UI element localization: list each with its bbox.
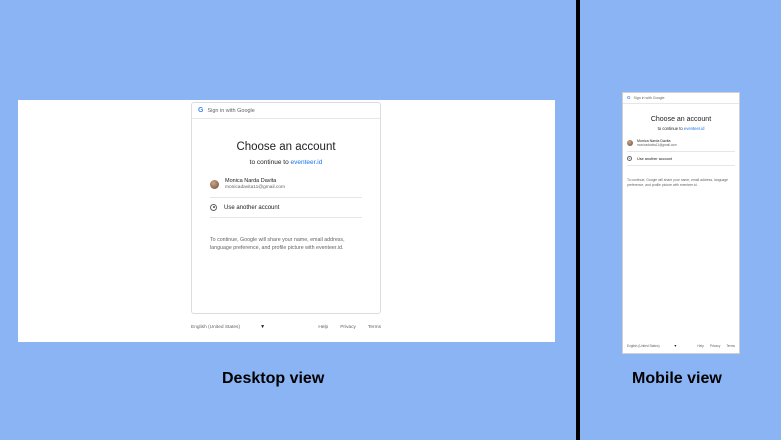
- account-item[interactable]: Monica Narda Davita monicadavita11@gmail…: [627, 139, 735, 152]
- terms-link[interactable]: Terms: [726, 344, 735, 348]
- terms-link[interactable]: Terms: [368, 325, 381, 330]
- desktop-view-panel: G Sign in with Google Choose an account …: [18, 100, 555, 342]
- account-email: monicadavita11@gmail.com: [637, 143, 677, 147]
- privacy-link[interactable]: Privacy: [340, 325, 356, 330]
- use-another-account-button[interactable]: Use another account: [627, 152, 735, 166]
- page-title: Choose an account: [650, 116, 712, 123]
- avatar: [627, 140, 633, 146]
- page-title: Choose an account: [236, 141, 336, 153]
- desktop-caption: Desktop view: [222, 370, 325, 387]
- google-g-icon: G: [198, 107, 204, 114]
- disclaimer-text: To continue, Google will share your name…: [627, 178, 729, 188]
- signin-header: G Sign in with Google: [192, 103, 380, 119]
- caret-down-icon[interactable]: ▼: [674, 344, 677, 348]
- language-select[interactable]: English (United States) ▼: [191, 324, 265, 330]
- account-circle-icon: [627, 156, 632, 161]
- account-name: Monica Narda Davita: [225, 178, 277, 184]
- google-g-icon: G: [627, 94, 631, 100]
- subtitle-prefix: to continue to: [657, 126, 684, 131]
- subtitle: to continue to eventeer.id: [192, 159, 380, 166]
- subtitle-prefix: to continue to: [249, 159, 291, 166]
- view-divider: [576, 0, 580, 440]
- footer: English (United States) ▼ Help Privacy T…: [627, 344, 735, 348]
- subtitle: to continue to eventeer.id: [623, 126, 739, 131]
- footer: English (United States) ▼ Help Privacy T…: [191, 324, 381, 330]
- signin-card: G Sign in with Google Choose an account …: [191, 102, 381, 314]
- privacy-link[interactable]: Privacy: [710, 344, 720, 348]
- language-label: English (United States): [191, 324, 241, 330]
- account-circle-icon: [210, 204, 217, 211]
- language-label[interactable]: English (United States): [627, 344, 660, 348]
- use-another-account-label: Use another account: [224, 204, 280, 211]
- caret-down-icon: ▼: [260, 324, 266, 330]
- use-another-account-label: Use another account: [637, 156, 673, 161]
- mobile-view-panel: G Sign in with Google Choose an account …: [622, 92, 740, 354]
- use-another-account-button[interactable]: Use another account: [210, 198, 362, 218]
- account-email: monicadavita11@gmail.com: [225, 185, 285, 190]
- account-item[interactable]: Monica Narda Davita monicadavita11@gmail…: [210, 178, 362, 198]
- signin-header: G Sign in with Google: [623, 93, 739, 104]
- signin-header-label: Sign in with Google: [207, 107, 255, 114]
- signin-header-label: Sign in with Google: [633, 96, 665, 100]
- site-link[interactable]: eventeer.id: [684, 126, 705, 131]
- avatar: [210, 179, 219, 189]
- mobile-caption: Mobile view: [632, 370, 722, 387]
- help-link[interactable]: Help: [318, 325, 328, 330]
- disclaimer-text: To continue, Google will share your name…: [210, 237, 345, 252]
- help-link[interactable]: Help: [697, 344, 704, 348]
- site-link[interactable]: eventeer.id: [291, 159, 323, 166]
